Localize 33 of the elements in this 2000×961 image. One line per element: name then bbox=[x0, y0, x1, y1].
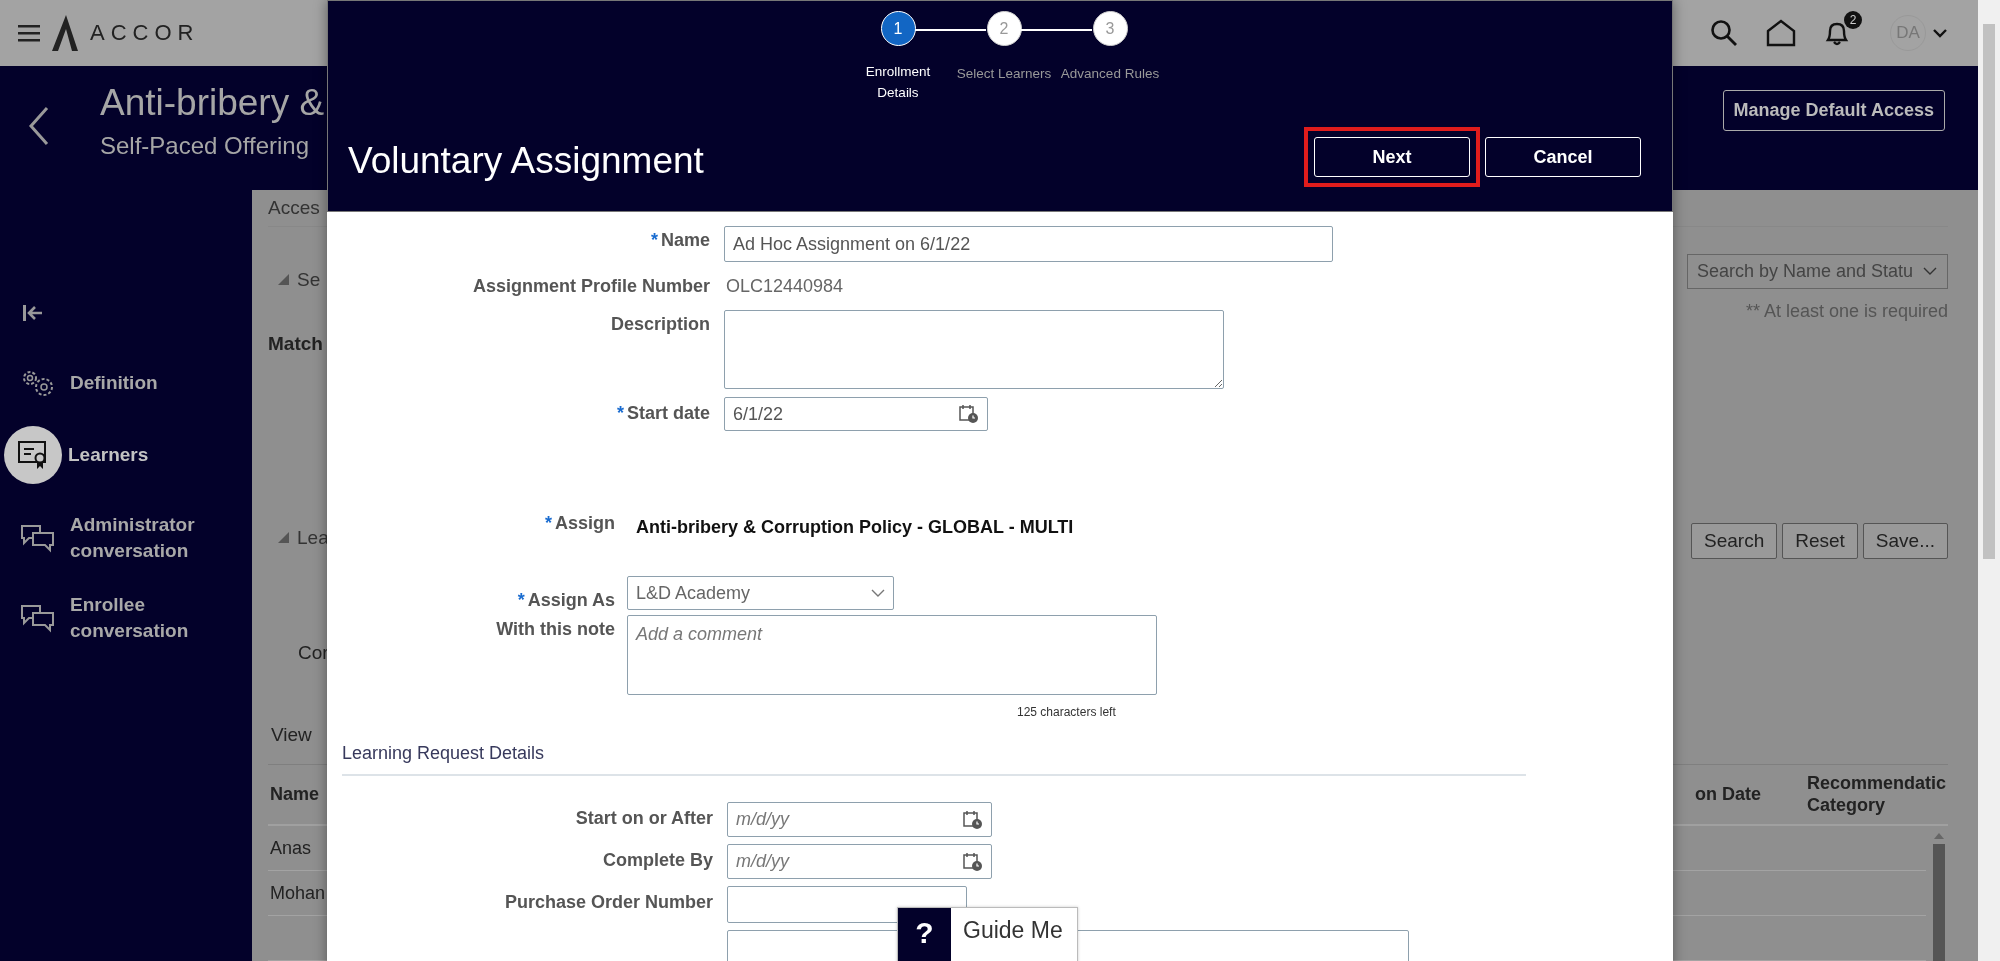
table-cell: Anas bbox=[270, 837, 312, 859]
dialog-title: Voluntary Assignment bbox=[348, 140, 704, 182]
field-label: * Name bbox=[650, 229, 710, 251]
notification-badge: 2 bbox=[1844, 11, 1862, 29]
field-label: Assignment Profile Number bbox=[472, 275, 710, 297]
field-label: Match bbox=[268, 332, 323, 355]
step-label: Select Learners bbox=[956, 66, 1052, 81]
field-value: OLC12440984 bbox=[726, 275, 844, 298]
field-label: Complete By bbox=[602, 849, 713, 871]
step-indicator: 2 bbox=[986, 11, 1022, 46]
logo-text: ACCOR bbox=[90, 20, 200, 46]
page-subtitle: Self-Paced Offering bbox=[100, 132, 309, 160]
column-header: Name bbox=[270, 783, 320, 805]
table-cell: Mohan bbox=[270, 882, 326, 904]
field-label: * Assign bbox=[544, 512, 615, 534]
field-label: * Assign As bbox=[517, 589, 615, 611]
required-note: ** At least one is required bbox=[1745, 300, 1948, 322]
field-label: * Start date bbox=[616, 402, 710, 424]
step-indicator: 3 bbox=[1092, 11, 1128, 46]
column-header: on Date bbox=[1695, 783, 1761, 805]
field-label: Cor bbox=[298, 641, 329, 664]
field-label: With this note bbox=[496, 618, 615, 640]
step-label: Enrollment Details bbox=[864, 63, 932, 102]
character-counter: 125 characters left bbox=[1017, 705, 1116, 719]
page-title: Anti-bribery & bbox=[100, 82, 325, 124]
field-value: Anti-bribery & Corruption Policy - GLOBAL - MULTI bbox=[636, 516, 1074, 539]
column-header: Recommendatic Category bbox=[1807, 772, 1948, 817]
field-label: Description bbox=[610, 313, 710, 335]
step-indicator: 1 bbox=[880, 11, 916, 46]
field-label: Start on or After bbox=[575, 807, 713, 829]
step-label: Advanced Rules bbox=[1060, 66, 1160, 81]
section-title: Learning Request Details bbox=[342, 743, 546, 764]
field-label: Purchase Order Number bbox=[504, 891, 713, 913]
